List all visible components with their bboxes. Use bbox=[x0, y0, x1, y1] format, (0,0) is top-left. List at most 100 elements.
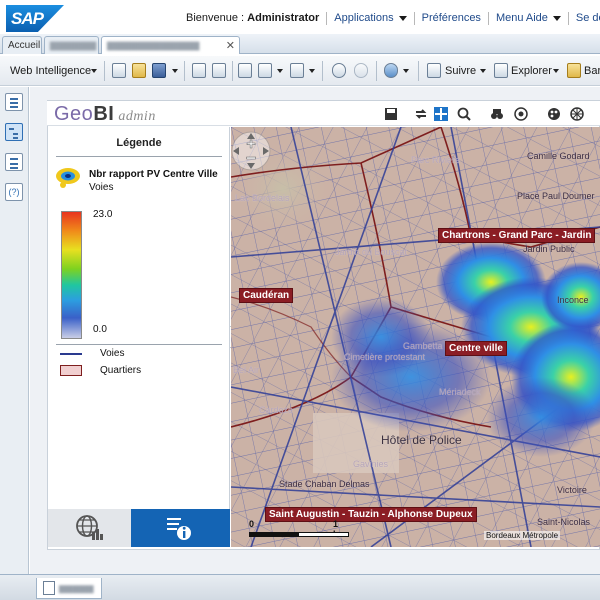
roads-swatch bbox=[60, 353, 82, 355]
zoom-icon[interactable] bbox=[457, 107, 471, 121]
divider bbox=[326, 11, 328, 25]
divider bbox=[567, 11, 569, 25]
find-icon[interactable] bbox=[212, 63, 226, 78]
map-poi: Gambetta bbox=[403, 341, 443, 351]
close-icon[interactable]: ✕ bbox=[226, 39, 235, 52]
main-toolbar: Web Intelligence Suivre Explorer Bar bbox=[0, 56, 600, 86]
save-icon[interactable] bbox=[152, 63, 166, 78]
divider bbox=[418, 61, 419, 81]
left-side-panel: (?) bbox=[0, 87, 29, 574]
user-name: Administrator bbox=[247, 12, 320, 24]
filter-bar-icon[interactable] bbox=[567, 63, 581, 78]
web-intelligence-menu[interactable]: Web Intelligence bbox=[10, 62, 91, 80]
svg-text:−: − bbox=[246, 148, 257, 168]
export-icon[interactable] bbox=[258, 63, 272, 78]
new-document-icon[interactable] bbox=[112, 63, 126, 78]
map-view[interactable]: Parc Rivière Camille Godard Place Paul D… bbox=[231, 127, 600, 547]
divider bbox=[184, 61, 185, 81]
district-label[interactable]: Centre ville bbox=[445, 341, 507, 356]
map-poi: Jardin Public bbox=[523, 244, 575, 254]
chevron-down-icon[interactable] bbox=[309, 69, 315, 73]
heatmap-layer-icon bbox=[56, 168, 80, 188]
info-list-icon bbox=[167, 518, 191, 540]
help-menu[interactable]: Menu Aide bbox=[496, 12, 561, 24]
undo-icon[interactable] bbox=[332, 63, 346, 78]
explore-icon[interactable] bbox=[494, 63, 508, 78]
divider bbox=[56, 156, 222, 157]
report-icon bbox=[43, 581, 55, 595]
open-folder-icon[interactable] bbox=[132, 63, 146, 78]
divider bbox=[104, 61, 105, 81]
report-tab-label: ▆▆▆▆▆ bbox=[59, 583, 94, 593]
chevron-down-icon[interactable] bbox=[553, 69, 559, 73]
chevron-down-icon[interactable] bbox=[172, 69, 178, 73]
track-button[interactable]: Suivre bbox=[445, 62, 476, 80]
chevron-down-icon[interactable] bbox=[480, 69, 486, 73]
refresh-icon[interactable] bbox=[414, 107, 428, 121]
scale-min-value: 0.0 bbox=[93, 324, 107, 335]
divider bbox=[376, 61, 377, 81]
filter-bar-button[interactable]: Bar bbox=[584, 62, 600, 80]
preferences-link[interactable]: Préférences bbox=[422, 12, 481, 24]
bottom-bar: ▆▆▆▆▆ bbox=[0, 574, 600, 600]
chevron-down-icon[interactable] bbox=[403, 69, 409, 73]
applications-menu[interactable]: Applications bbox=[334, 12, 407, 24]
chevron-down-icon bbox=[552, 15, 561, 21]
track-icon[interactable] bbox=[427, 63, 441, 78]
tab-info[interactable] bbox=[131, 509, 230, 547]
palette-icon[interactable] bbox=[547, 107, 561, 121]
redo-icon[interactable] bbox=[354, 63, 368, 78]
print-icon[interactable] bbox=[192, 63, 206, 78]
map-attribution: Bordeaux Métropole bbox=[484, 531, 561, 540]
divider bbox=[487, 11, 489, 25]
zoom-control[interactable]: + − bbox=[231, 127, 275, 181]
districts-swatch bbox=[60, 365, 82, 376]
sap-logo: SAP bbox=[6, 5, 64, 32]
divider bbox=[232, 61, 233, 81]
map-poi: Place Paul Doumer bbox=[517, 191, 595, 201]
document-structure-icon[interactable] bbox=[5, 93, 23, 111]
divider bbox=[322, 61, 323, 81]
district-label[interactable]: Caudéran bbox=[239, 288, 294, 303]
save-icon[interactable] bbox=[384, 107, 398, 121]
scale-start-label: 0 bbox=[249, 519, 255, 529]
color-scale-bar bbox=[61, 211, 82, 339]
help-icon[interactable]: (?) bbox=[5, 183, 23, 201]
map-poi: Mériadeck bbox=[439, 387, 481, 397]
tab-active-report[interactable]: ▆▆▆▆▆▆▆▆▆▆▆▆ ✕ bbox=[101, 36, 240, 54]
settings-icon[interactable] bbox=[570, 107, 584, 121]
legend-tabs bbox=[48, 509, 230, 547]
legend-panel: Légende Nbr rapport PV Centre Ville Voie… bbox=[48, 127, 230, 509]
tab-map-layers[interactable] bbox=[48, 509, 131, 547]
email-icon[interactable] bbox=[290, 63, 304, 78]
logout-link[interactable]: Se décon bbox=[576, 12, 600, 24]
navigation-map-icon[interactable] bbox=[5, 123, 23, 141]
explore-button[interactable]: Explorer bbox=[511, 62, 552, 80]
chevron-down-icon[interactable] bbox=[91, 69, 97, 73]
document-tabs: Accueil ▆▆▆▆▆▆ ▆▆▆▆▆▆▆▆▆▆▆▆ ✕ bbox=[0, 34, 600, 54]
refresh-icon[interactable] bbox=[384, 63, 398, 78]
tab-blurred[interactable]: ▆▆▆▆▆▆ bbox=[44, 36, 99, 54]
map-poi: Inconce bbox=[557, 295, 589, 305]
target-icon[interactable] bbox=[514, 107, 528, 121]
map-poi: Bel Air bbox=[233, 365, 260, 375]
track-changes-icon[interactable] bbox=[238, 63, 252, 78]
input-controls-icon[interactable] bbox=[5, 153, 23, 171]
pan-icon[interactable] bbox=[434, 107, 448, 121]
districts-label: Quartiers bbox=[100, 365, 142, 376]
map-poi: Camille Godard bbox=[527, 151, 590, 161]
tab-home[interactable]: Accueil bbox=[2, 36, 42, 54]
binoculars-icon[interactable] bbox=[490, 107, 504, 121]
chevron-down-icon bbox=[398, 15, 407, 21]
top-navigation: Bienvenue : Administrator Applications P… bbox=[186, 10, 600, 26]
map-poi: Parc Rivière bbox=[411, 155, 461, 165]
report-tab[interactable]: ▆▆▆▆▆ bbox=[36, 578, 102, 599]
scale-max-value: 23.0 bbox=[93, 209, 113, 220]
map-poi: Victoire bbox=[557, 485, 587, 495]
layer-name: Nbr rapport PV Centre Ville bbox=[89, 169, 218, 180]
map-poi: Stade Chaban Delmas bbox=[279, 479, 370, 489]
map-poi: Cardoze bbox=[259, 405, 294, 415]
chevron-down-icon[interactable] bbox=[277, 69, 283, 73]
map-poi: Hôtel de Police bbox=[381, 433, 462, 447]
district-label[interactable]: Chartrons - Grand Parc - Jardin bbox=[438, 228, 596, 243]
